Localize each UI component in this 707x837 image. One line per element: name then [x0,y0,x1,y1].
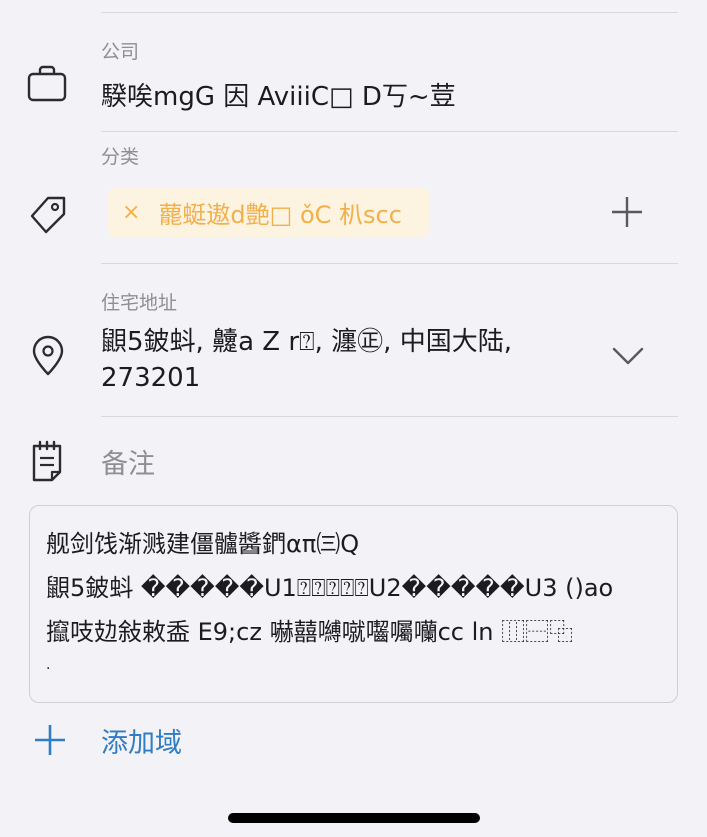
tag-remove-icon[interactable]: × [122,200,140,225]
add-field-label: 添加域 [101,727,182,759]
company-label: 公司 [101,41,140,63]
notes-line: . [46,657,51,673]
tag-icon [24,190,72,238]
plus-icon [35,725,65,755]
address-label: 住宅地址 [101,292,178,314]
company-divider [101,131,678,132]
category-tag-text: 藣蜓遨d艶□ ǒC 朳scc [158,201,402,229]
notes-textarea[interactable]: 舰剑饯渐溅建僵髗醬鍆απ㈢Q 鼰5鈹蚪 �����U1⍰⍰⍰⍰⍰U2�����U… [29,505,678,703]
add-field-button[interactable]: 添加域 [30,720,182,760]
notes-line: 鼰5鈹蚪 �����U1⍰⍰⍰⍰⍰U2�����U3 ()ao [46,574,614,602]
category-label: 分类 [101,146,140,168]
company-value[interactable]: 騤唉mgG 因 AviiiC□ D丂~荳 [101,76,456,113]
chevron-down-icon [612,347,644,365]
notes-icon [24,438,72,486]
address-line-2: 273201 [101,363,201,393]
category-tag[interactable]: × 藣蜓遨d艶□ ǒC 朳scc [108,187,429,238]
home-indicator[interactable] [228,813,480,823]
address-line-1: 鼰5鈹蚪, 䶑a Z r⍰, 瀍㊣, 中国大陆, [101,327,512,357]
briefcase-icon [24,62,72,110]
location-pin-icon [24,332,72,380]
address-value[interactable]: 鼰5鈹蚪, 䶑a Z r⍰, 瀍㊣, 中国大陆, 273201 [101,324,591,396]
expand-address-button[interactable] [608,336,648,376]
notes-line: 攛吱攰敍敕盉 E9;cz 嚇囍嚩噈囓囑囒cc ln ⿲⿱⿻ [46,618,574,646]
notes-line: 舰剑饯渐溅建僵髗醬鍆απ㈢Q [46,530,360,558]
top-divider [101,12,678,13]
plus-icon [612,197,642,227]
address-divider [101,416,678,417]
category-divider [101,263,678,264]
notes-label: 备注 [101,449,155,480]
add-category-button[interactable] [607,192,647,232]
